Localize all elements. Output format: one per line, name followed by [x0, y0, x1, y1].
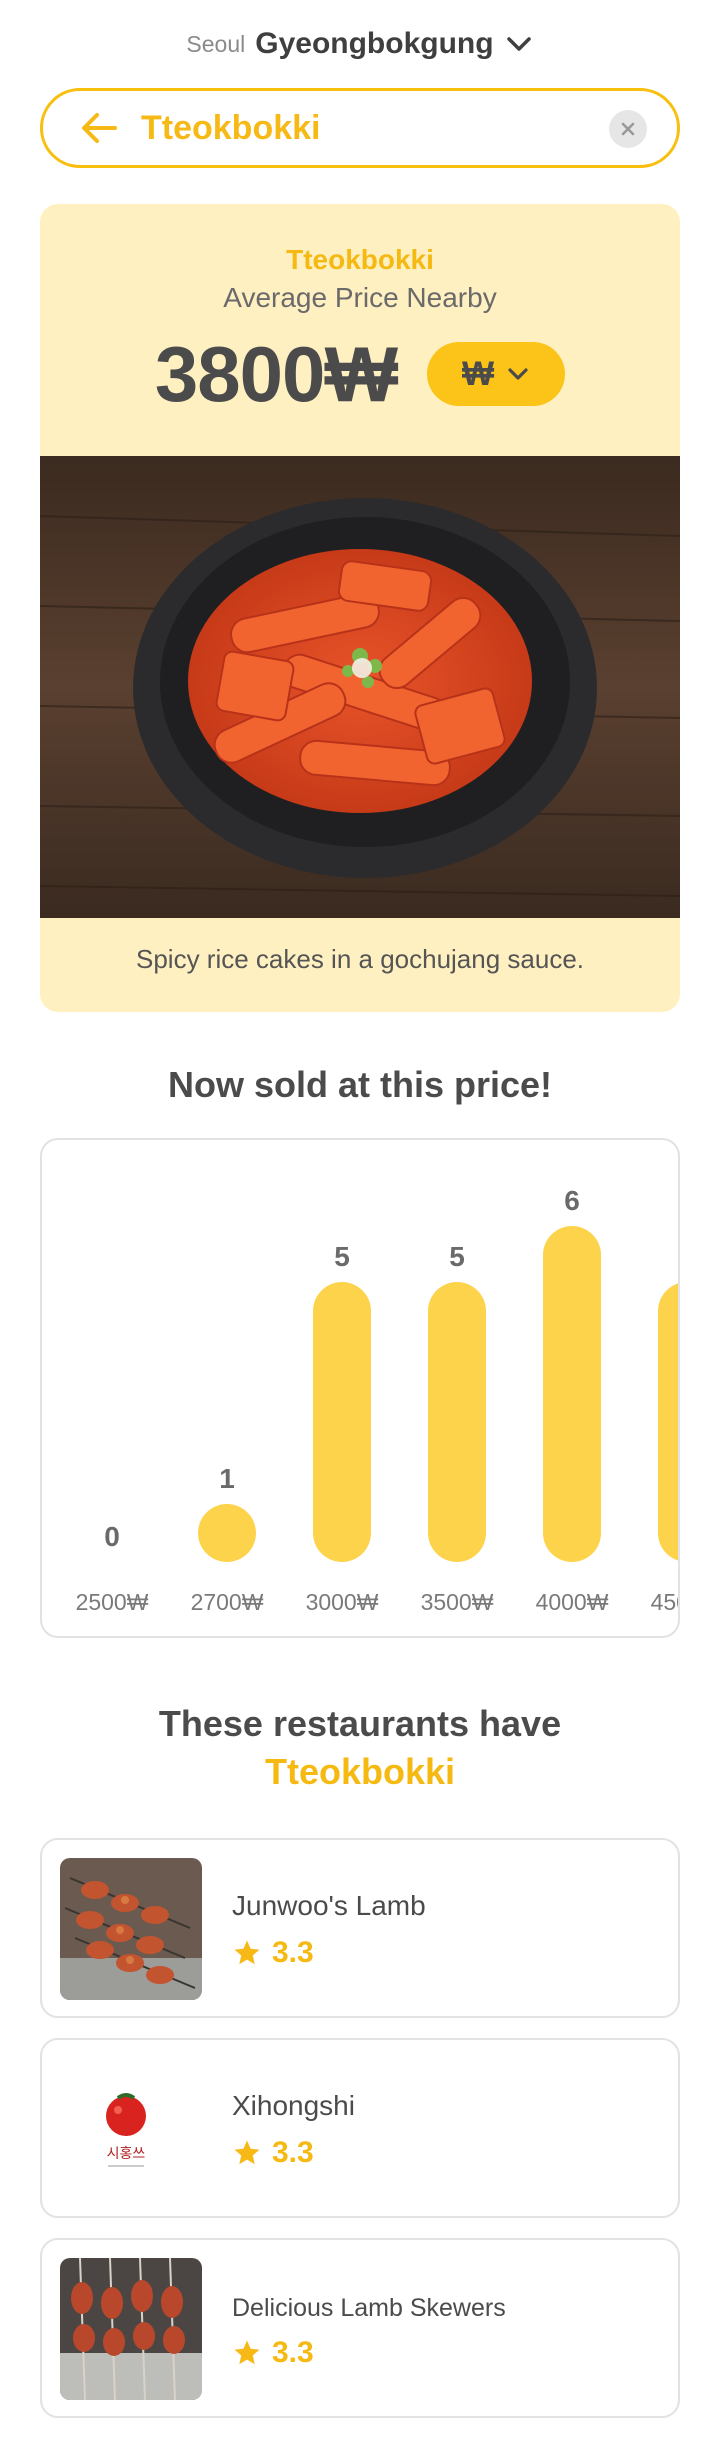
- restaurants-title-line1: These restaurants have: [158, 1703, 562, 1744]
- chart-value-label: 5: [679, 1241, 680, 1272]
- chart-tick-label: 2700₩: [191, 1589, 264, 1615]
- restaurant-name: Xihongshi: [232, 2090, 355, 2121]
- restaurant-logo: 시홍쓰: [60, 2058, 202, 2200]
- price-distribution-chart[interactable]: 0 2500₩ 1 2700₩ 5 3000₩ 5 3500₩ 6 4000₩ 5 4500₩: [40, 1138, 680, 1638]
- restaurant-name: Junwoo's Lamb: [232, 1890, 426, 1921]
- chart-tick-label: 4000₩: [536, 1589, 609, 1615]
- chart-tick-label: 4500₩: [651, 1589, 680, 1615]
- currency-symbol: ₩: [462, 354, 495, 393]
- chart-bar: [543, 1226, 601, 1562]
- chart-tick-label: 3500₩: [421, 1589, 494, 1615]
- chart-bar: [198, 1504, 256, 1562]
- rating-value: 3.3: [272, 2136, 314, 2169]
- restaurants-title-food: Tteokbokki: [264, 1751, 456, 1792]
- star-icon: [234, 2340, 260, 2365]
- chart-tick-label: 2500₩: [76, 1589, 149, 1615]
- average-price-value: 3800₩: [154, 329, 398, 418]
- food-photo: [40, 456, 680, 918]
- star-icon: [234, 1940, 260, 1965]
- chevron-down-icon: [506, 37, 531, 51]
- restaurant-rating: 3.3: [232, 2136, 314, 2170]
- location-city: Seoul: [186, 30, 246, 57]
- restaurant-rating: 3.3: [232, 2336, 314, 2370]
- close-icon: [621, 122, 635, 136]
- clear-search-button[interactable]: [609, 110, 647, 148]
- chevron-down-icon: [508, 368, 528, 380]
- restaurant-name: Delicious Lamb Skewers: [232, 2294, 506, 2322]
- restaurant-card[interactable]: Delicious Lamb Skewers 3.3: [40, 2238, 680, 2418]
- svg-text:시홍쓰: 시홍쓰: [107, 2146, 146, 2162]
- chart-title: Now sold at this price!: [167, 1064, 553, 1105]
- restaurant-card[interactable]: 시홍쓰 Xihongshi 3.3: [40, 2038, 680, 2218]
- chart-bar: [428, 1282, 486, 1562]
- food-description: Spicy rice cakes in a gochujang sauce.: [135, 944, 585, 974]
- restaurant-card[interactable]: Junwoo's Lamb 3.3: [40, 1838, 680, 2018]
- search-input[interactable]: [141, 108, 601, 148]
- price-row: 3800₩ ₩: [40, 324, 680, 424]
- restaurants-title: These restaurants have Tteokbokki: [0, 1700, 720, 1796]
- star-icon: [234, 2140, 260, 2165]
- search-bar: [40, 88, 680, 168]
- restaurant-photo: [60, 1858, 202, 2000]
- chart-bar: [313, 1282, 371, 1562]
- location-area: Gyeongbokgung: [255, 27, 494, 60]
- page: Seoul Gyeongbokgung Tteokbokki Average P…: [0, 0, 720, 2454]
- chart-value-label: 1: [219, 1463, 235, 1494]
- rating-value: 3.3: [272, 2336, 314, 2369]
- back-arrow-icon[interactable]: [77, 106, 121, 150]
- chart-value-label: 0: [104, 1521, 120, 1552]
- currency-selector-button[interactable]: ₩: [427, 342, 566, 406]
- chart-value-label: 5: [334, 1241, 350, 1272]
- chart-value-label: 5: [449, 1241, 465, 1272]
- chart-tick-label: 3000₩: [306, 1589, 379, 1615]
- restaurant-photo: [60, 2258, 202, 2400]
- restaurant-rating: 3.3: [232, 1936, 314, 1970]
- food-name: Tteokbokki: [286, 244, 434, 275]
- location-selector[interactable]: Seoul Gyeongbokgung: [0, 20, 720, 68]
- average-price-label: Average Price Nearby: [223, 282, 497, 313]
- chart-canvas: 0 2500₩ 1 2700₩ 5 3000₩ 5 3500₩ 6 4000₩ 5 4500₩: [76, 1185, 680, 1615]
- rating-value: 3.3: [272, 1936, 314, 1969]
- chart-bar: [658, 1283, 678, 1561]
- average-price-card: Tteokbokki Average Price Nearby 3800₩ ₩: [40, 204, 680, 1012]
- chart-value-label: 6: [564, 1185, 580, 1216]
